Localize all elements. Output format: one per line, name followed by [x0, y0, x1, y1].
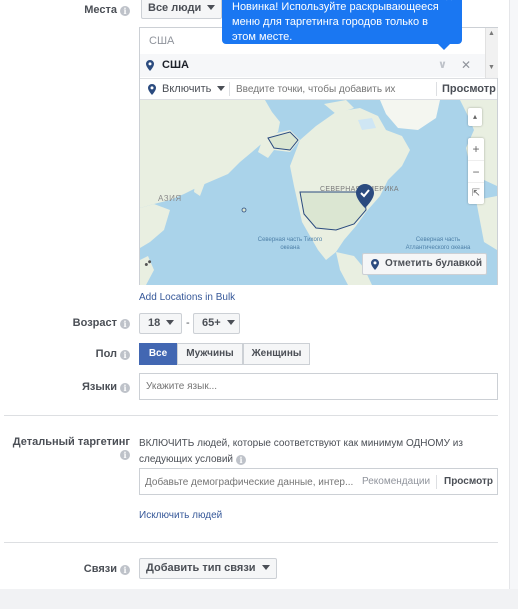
connections-dropdown[interactable]: Добавить тип связи [139, 558, 277, 579]
selected-location-row[interactable]: США ∨ ✕ [140, 54, 485, 77]
detailed-browse-button[interactable]: Просмотр [444, 469, 493, 494]
include-search-row: Включить Просмотр [140, 78, 497, 100]
location-label: Места i [12, 4, 130, 16]
chevron-down-icon [217, 86, 226, 91]
map-zoom-controls: + − ⇱ [468, 138, 484, 204]
zoom-out-icon[interactable]: − [468, 160, 484, 182]
language-input[interactable] [139, 373, 498, 400]
info-icon[interactable]: i [120, 450, 130, 460]
suggestions-button[interactable]: Рекомендации [362, 469, 430, 494]
age-range-dash: - [186, 317, 190, 329]
chevron-down-icon [166, 320, 175, 325]
page-footer-strip [0, 589, 518, 609]
location-browse-button[interactable]: Просмотр [442, 79, 496, 99]
location-pin-icon [146, 60, 154, 71]
selected-location-name: США [162, 59, 189, 71]
people-type-dropdown[interactable]: Все люди [141, 0, 223, 19]
map-fullscreen-toggle[interactable]: ▴ [468, 108, 482, 126]
location-map[interactable]: АЗИЯ СЕВЕРНАЯ АМЕРИКА Северная часть Тих… [140, 100, 497, 285]
chevron-down-icon [261, 565, 270, 570]
connections-label: Связи i [12, 563, 130, 575]
divider [436, 475, 437, 489]
map-label-north-pacific: Северная часть Тихого океана [257, 237, 323, 251]
exclude-people-link[interactable]: Исключить людей [139, 510, 222, 521]
detailed-targeting-description: ВКЛЮЧИТЬ людей, которые соответствуют ка… [139, 438, 463, 465]
location-pin-icon [148, 84, 156, 95]
tooltip-text: Новинка! Используйте раскрывающееся меню… [232, 1, 439, 43]
age-min-dropdown[interactable]: 18 [139, 313, 182, 334]
scroll-up-icon[interactable]: ▲ [488, 30, 495, 37]
info-icon[interactable]: i [120, 6, 130, 16]
close-icon[interactable]: ✕ [461, 54, 471, 77]
location-list-scrollbar[interactable]: ▲ ▼ [485, 28, 498, 78]
drop-pin-button[interactable]: Отметить булавкой [362, 253, 487, 275]
detailed-targeting-box: Рекомендации Просмотр [139, 468, 498, 495]
map-label-asia: АЗИЯ [158, 194, 182, 203]
location-search-input[interactable] [236, 81, 432, 97]
add-locations-bulk-link[interactable]: Add Locations in Bulk [139, 292, 235, 303]
gender-option-all[interactable]: Все [139, 343, 177, 365]
section-divider [4, 542, 498, 543]
gender-label: Пол i [12, 348, 130, 360]
zoom-in-icon[interactable]: + [468, 138, 484, 160]
close-icon[interactable]: ✕ [445, 0, 454, 6]
map-label-north-atlantic: Северная часть Атлантического океана [405, 237, 471, 251]
info-icon[interactable]: i [120, 319, 130, 329]
scroll-down-icon[interactable]: ▼ [488, 64, 495, 71]
info-icon[interactable]: i [120, 350, 130, 360]
info-icon[interactable]: i [235, 455, 246, 465]
detailed-targeting-input[interactable] [145, 474, 355, 490]
include-dropdown[interactable]: Включить [162, 79, 226, 99]
gender-option-men[interactable]: Мужчины [177, 343, 243, 365]
expand-icon[interactable]: ⇱ [468, 182, 484, 204]
right-scroll-edge [509, 0, 518, 589]
section-divider [4, 415, 498, 416]
age-max-dropdown[interactable]: 65+ [193, 313, 240, 334]
info-icon[interactable]: i [120, 565, 130, 575]
location-pin-icon [371, 259, 379, 270]
map-marker-icon[interactable] [356, 184, 374, 208]
chevron-down-icon [207, 5, 216, 10]
languages-label: Языки i [12, 381, 130, 393]
detailed-targeting-label: Детальный таргетингi [12, 436, 130, 460]
age-label: Возраст i [12, 317, 130, 329]
location-panel: США США ∨ ✕ ▲ ▼ Включить Просмотр [139, 27, 498, 285]
info-icon[interactable]: i [120, 383, 130, 393]
gender-option-women[interactable]: Женщины [243, 343, 310, 365]
chevron-down-icon [226, 320, 235, 325]
new-feature-tooltip: Новинка! Используйте раскрывающееся меню… [222, 0, 462, 44]
chevron-down-icon[interactable]: ∨ [438, 54, 447, 77]
tooltip-arrow [438, 44, 450, 50]
divider [229, 82, 230, 96]
divider [436, 82, 437, 96]
